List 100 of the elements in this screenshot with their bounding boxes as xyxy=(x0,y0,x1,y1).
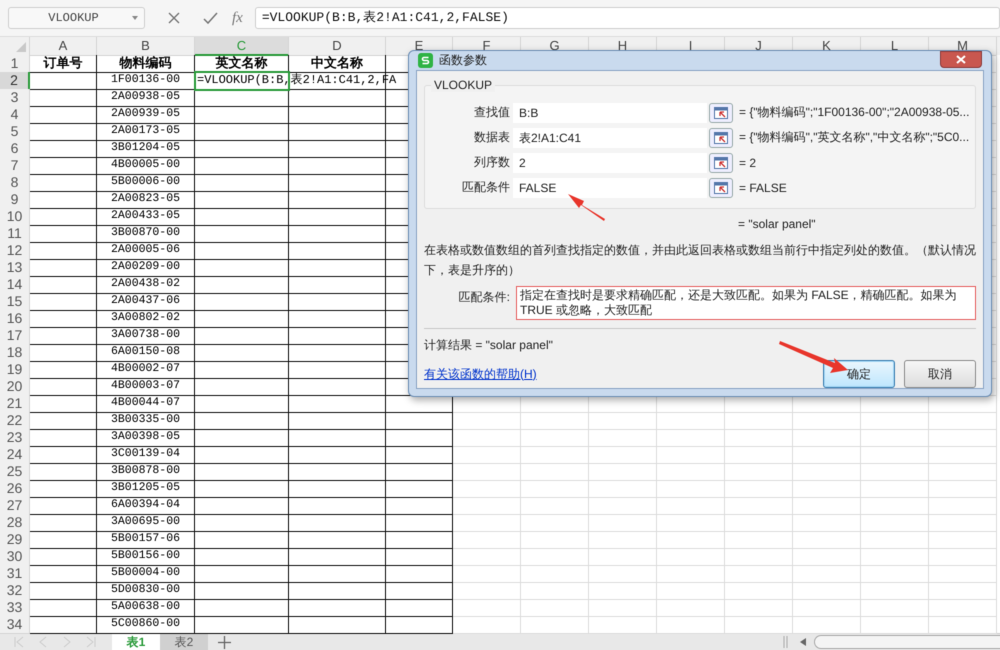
row-number[interactable]: 29 xyxy=(0,531,30,549)
argument-result: = 2 xyxy=(739,156,756,170)
row-number[interactable]: 21 xyxy=(0,395,30,413)
table-cell xyxy=(657,429,725,447)
close-button[interactable] xyxy=(940,51,982,68)
row-number[interactable]: 27 xyxy=(0,497,30,515)
table-cell xyxy=(657,480,725,498)
row-number[interactable]: 15 xyxy=(0,293,30,311)
table-cell xyxy=(861,599,929,617)
range-select-button[interactable] xyxy=(709,152,733,172)
cancel-icon[interactable] xyxy=(167,11,181,25)
row-number[interactable]: 13 xyxy=(0,259,30,277)
row-number[interactable]: 17 xyxy=(0,327,30,345)
formula-field[interactable]: =VLOOKUP(B:B,表2!A1:C41,2,FALSE) xyxy=(254,7,1000,29)
table-cell xyxy=(861,463,929,481)
row-number[interactable]: 6 xyxy=(0,140,30,158)
table-cell xyxy=(589,463,657,481)
range-select-icon xyxy=(714,156,728,168)
table-cell xyxy=(929,429,997,447)
table-header: 中文名称 xyxy=(289,55,386,73)
row-number[interactable]: 16 xyxy=(0,310,30,328)
row-number[interactable]: 25 xyxy=(0,463,30,481)
table-cell xyxy=(30,191,97,209)
table-cell xyxy=(453,582,521,600)
row-number[interactable]: 5 xyxy=(0,123,30,141)
table-cell xyxy=(521,463,589,481)
table-cell xyxy=(725,412,793,430)
column-header[interactable]: D xyxy=(289,37,386,56)
table-cell xyxy=(793,514,861,532)
check-icon[interactable] xyxy=(203,12,218,24)
horizontal-scrollbar[interactable] xyxy=(814,635,1000,649)
help-link[interactable]: 有关该函数的帮助(H) xyxy=(424,366,537,382)
argument-field[interactable]: FALSE xyxy=(513,178,707,198)
row-number[interactable]: 24 xyxy=(0,446,30,464)
sheet-tab[interactable]: 表1 xyxy=(112,634,160,650)
row-number[interactable]: 31 xyxy=(0,565,30,583)
table-cell xyxy=(725,480,793,498)
table-cell xyxy=(929,531,997,549)
add-sheet-icon[interactable] xyxy=(218,636,231,648)
row-number[interactable]: 8 xyxy=(0,174,30,192)
row-number[interactable]: 19 xyxy=(0,361,30,379)
table-cell xyxy=(30,565,97,583)
argument-field[interactable]: 2 xyxy=(513,152,707,172)
row-number[interactable]: 34 xyxy=(0,616,30,634)
row-number[interactable]: 33 xyxy=(0,599,30,617)
row-number[interactable]: 9 xyxy=(0,191,30,209)
table-cell xyxy=(521,446,589,464)
row-number[interactable]: 12 xyxy=(0,242,30,260)
table-cell xyxy=(929,599,997,617)
argument-result: = {"物料编码";"1F00136-00";"2A00938-05... xyxy=(739,104,970,121)
table-cell xyxy=(521,497,589,515)
row-number[interactable]: 11 xyxy=(0,225,30,243)
table-cell xyxy=(861,582,929,600)
ok-button[interactable]: 确定 xyxy=(823,360,895,388)
table-cell xyxy=(589,514,657,532)
range-select-icon xyxy=(714,106,728,118)
table-cell xyxy=(929,514,997,532)
column-header[interactable]: A xyxy=(30,37,97,56)
table-cell: 2A00938-05 xyxy=(97,89,195,107)
table-cell xyxy=(453,429,521,447)
table-cell: 2A00173-05 xyxy=(97,123,195,141)
row-number[interactable]: 4 xyxy=(0,106,30,124)
name-box[interactable]: VLOOKUP xyxy=(8,7,145,29)
scroll-left-icon[interactable] xyxy=(800,638,806,646)
row-number[interactable]: 2 xyxy=(0,72,30,90)
row-number[interactable]: 1 xyxy=(0,55,30,73)
table-cell xyxy=(386,582,453,600)
table-cell xyxy=(453,531,521,549)
range-select-button[interactable] xyxy=(709,178,733,198)
row-number[interactable]: 14 xyxy=(0,276,30,294)
row-number[interactable]: 3 xyxy=(0,89,30,107)
row-number[interactable]: 20 xyxy=(0,378,30,396)
row-number[interactable]: 30 xyxy=(0,548,30,566)
table-cell xyxy=(30,123,97,141)
table-cell: 2A00438-02 xyxy=(97,276,195,294)
range-select-button[interactable] xyxy=(709,128,733,148)
argument-field[interactable]: B:B xyxy=(513,102,707,122)
table-cell xyxy=(386,497,453,515)
row-number[interactable]: 7 xyxy=(0,157,30,175)
row-number[interactable]: 26 xyxy=(0,480,30,498)
table-cell xyxy=(386,463,453,481)
row-number[interactable]: 22 xyxy=(0,412,30,430)
table-cell xyxy=(793,565,861,583)
row-number[interactable]: 28 xyxy=(0,514,30,532)
row-number[interactable]: 10 xyxy=(0,208,30,226)
row-number[interactable]: 32 xyxy=(0,582,30,600)
table-cell xyxy=(521,514,589,532)
table-cell xyxy=(589,548,657,566)
argument-field[interactable]: 表2!A1:C41 xyxy=(513,128,707,148)
row-number[interactable]: 23 xyxy=(0,429,30,447)
table-cell xyxy=(30,72,97,90)
row-number[interactable]: 18 xyxy=(0,344,30,362)
cancel-button[interactable]: 取消 xyxy=(904,360,976,388)
table-cell xyxy=(793,446,861,464)
function-description: 在表格或数值数组的首列查找指定的数值，并由此返回表格或数组当前行中指定列处的数值。（默认情况下，表是升序的） xyxy=(424,242,977,279)
table-cell xyxy=(30,293,97,311)
range-select-button[interactable] xyxy=(709,102,733,122)
table-cell xyxy=(521,548,589,566)
insert-function-button[interactable]: fx xyxy=(232,10,243,26)
sheet-tab[interactable]: 表2 xyxy=(160,634,208,650)
